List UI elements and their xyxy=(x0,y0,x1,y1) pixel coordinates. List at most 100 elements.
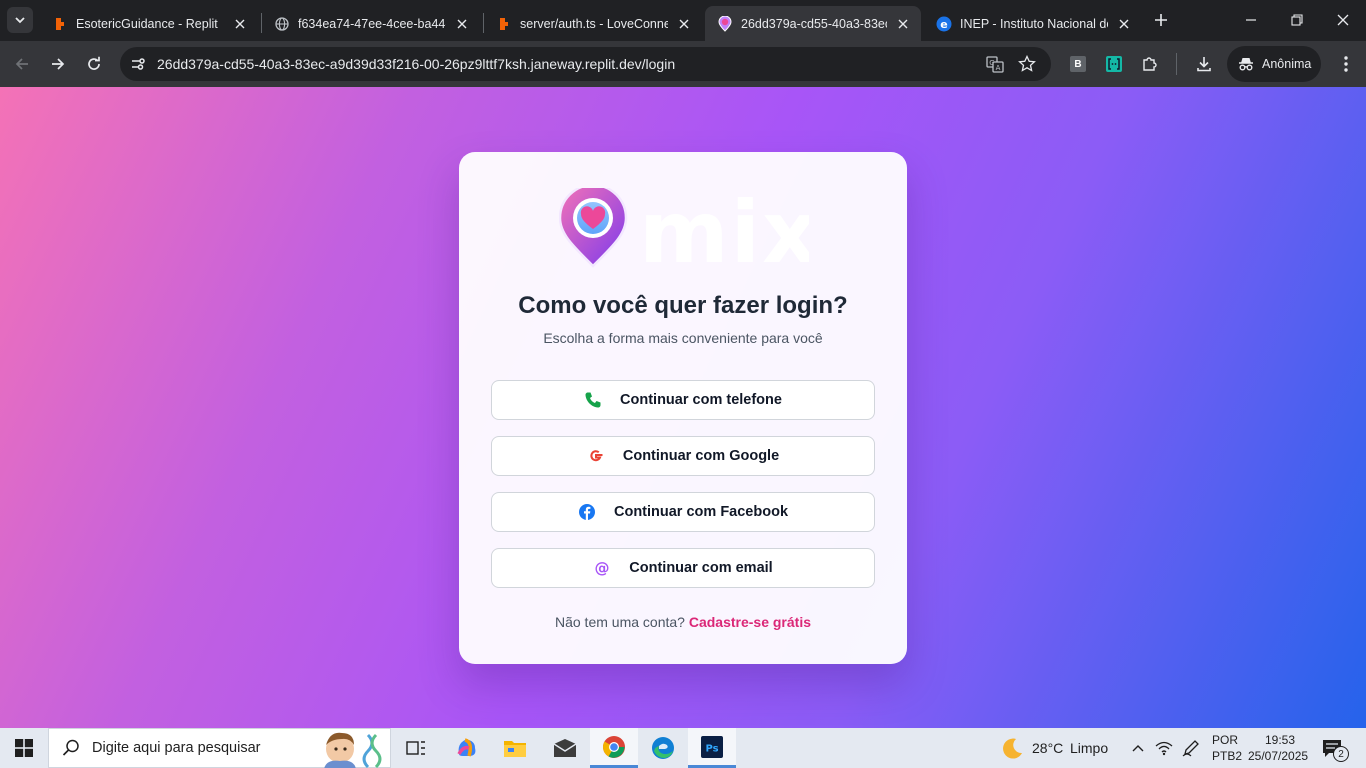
restore-button[interactable] xyxy=(1274,0,1320,40)
weather-desc[interactable]: Limpo xyxy=(1070,740,1108,756)
tab-title: EsotericGuidance - Replit xyxy=(76,16,218,31)
minimize-button[interactable] xyxy=(1228,0,1274,40)
button-label: Continuar com Google xyxy=(622,448,780,464)
login-card: mix Como você quer fazer login? Escolha … xyxy=(459,152,907,664)
task-view-button[interactable] xyxy=(392,728,440,768)
minimize-icon xyxy=(1246,19,1256,21)
photoshop-icon: Ps xyxy=(701,735,723,758)
mail-icon xyxy=(553,739,577,757)
address-bar[interactable]: 26dd379a-cd55-40a3-83ec-a9d39d33f216-00-… xyxy=(120,47,1051,81)
task-view-icon xyxy=(406,741,425,755)
folder-icon xyxy=(504,741,526,757)
facebook-icon xyxy=(578,503,596,521)
site-info-icon[interactable] xyxy=(128,54,148,74)
network-icon[interactable] xyxy=(1155,740,1173,761)
continue-email-button[interactable]: @ Continuar com email xyxy=(491,548,875,588)
weather-moon-icon[interactable] xyxy=(1000,737,1024,761)
copilot-icon xyxy=(457,738,476,757)
svg-text:e: e xyxy=(940,18,947,31)
taskbar-photoshop[interactable]: Ps xyxy=(688,728,736,768)
chevron-down-icon xyxy=(15,17,25,24)
taskbar-mail[interactable] xyxy=(541,728,589,768)
extension-b-label: B xyxy=(1070,56,1086,72)
close-icon[interactable] xyxy=(232,16,248,32)
button-label: Continuar com Facebook xyxy=(613,504,789,520)
url-text[interactable]: 26dd379a-cd55-40a3-83ec-a9d39d33f216-00-… xyxy=(157,56,675,72)
translate-icon[interactable]: GA xyxy=(985,54,1005,74)
signup-row: Não tem uma conta? Cadastre-se grátis xyxy=(459,614,907,630)
new-tab-button[interactable] xyxy=(1151,10,1171,30)
svg-text:Ps: Ps xyxy=(705,743,718,754)
close-icon[interactable] xyxy=(676,16,692,32)
close-icon[interactable] xyxy=(454,16,470,32)
clock-time[interactable]: 19:53 xyxy=(1265,733,1295,747)
search-highlight-illustration-icon xyxy=(324,732,382,768)
edge-icon xyxy=(652,737,674,759)
tab-title: 26dd379a-cd55-40a3-83ec-a xyxy=(741,16,887,31)
window-close-button[interactable] xyxy=(1320,0,1366,40)
edge-e-icon: e xyxy=(936,16,952,32)
back-button[interactable] xyxy=(8,50,36,78)
download-icon[interactable] xyxy=(1193,53,1215,75)
notification-count: 2 xyxy=(1333,746,1349,762)
continue-facebook-button[interactable]: Continuar com Facebook xyxy=(491,492,875,532)
restore-icon xyxy=(1291,14,1303,26)
reload-button[interactable] xyxy=(80,50,108,78)
continue-google-button[interactable]: Continuar com Google xyxy=(491,436,875,476)
taskbar-edge[interactable] xyxy=(639,728,687,768)
chrome-icon xyxy=(603,735,625,758)
arrow-left-icon xyxy=(15,58,28,70)
taskbar-file-explorer[interactable] xyxy=(491,728,539,768)
close-icon[interactable] xyxy=(1116,16,1132,32)
tab-server-auth[interactable]: server/auth.ts - LoveConnect xyxy=(484,6,702,41)
close-icon xyxy=(1337,14,1349,26)
page-subtitle: Escolha a forma mais conveniente para vo… xyxy=(543,330,823,346)
search-placeholder: Digite aqui para pesquisar xyxy=(92,740,261,756)
extensions-puzzle-icon[interactable] xyxy=(1139,53,1161,75)
clock-date[interactable]: 25/07/2025 xyxy=(1248,749,1308,763)
mix-heart-icon xyxy=(717,15,733,32)
toolbar-divider xyxy=(1176,53,1177,75)
taskbar-copilot[interactable] xyxy=(443,728,491,768)
tab-strip: EsotericGuidance - Replit f634ea74-47ee-… xyxy=(0,0,1366,41)
extension-b-icon[interactable]: B xyxy=(1067,53,1089,75)
svg-text:@: @ xyxy=(595,559,610,577)
reload-icon xyxy=(88,56,100,70)
continue-phone-button[interactable]: Continuar com telefone xyxy=(491,380,875,420)
chevron-up-icon[interactable] xyxy=(1131,741,1145,760)
tab-esotericguidance[interactable]: EsotericGuidance - Replit xyxy=(40,6,258,41)
tab-login-active[interactable]: 26dd379a-cd55-40a3-83ec-a xyxy=(705,6,921,41)
weather-temp[interactable]: 28°C xyxy=(1032,740,1063,756)
tab-f634ea74[interactable]: f634ea74-47ee-4cee-ba44-d xyxy=(262,6,480,41)
star-icon[interactable] xyxy=(1017,54,1037,74)
forward-button[interactable] xyxy=(44,50,72,78)
taskbar-search-input[interactable]: Digite aqui para pesquisar xyxy=(48,728,391,768)
tab-title: f634ea74-47ee-4cee-ba44-d xyxy=(298,16,446,31)
extension-brackets-icon[interactable] xyxy=(1103,53,1125,75)
windows-taskbar: Digite aqui para pesquisar Ps 28°C Limpo xyxy=(0,728,1366,768)
notification-center-icon[interactable]: 2 xyxy=(1322,739,1350,762)
arrow-right-icon xyxy=(52,58,65,70)
tab-inep[interactable]: e INEP - Instituto Nacional de xyxy=(924,6,1142,41)
page-background: mix Como você quer fazer login? Escolha … xyxy=(0,87,1366,728)
incognito-profile-button[interactable]: Anônima xyxy=(1227,46,1321,82)
start-button[interactable] xyxy=(0,728,48,768)
language-bottom[interactable]: PTB2 xyxy=(1212,749,1242,763)
at-icon: @ xyxy=(593,559,611,577)
signup-link[interactable]: Cadastre-se grátis xyxy=(689,614,811,630)
replit-icon xyxy=(52,16,68,32)
more-vertical-icon xyxy=(1344,56,1348,72)
google-icon xyxy=(587,447,605,465)
button-label: Continuar com email xyxy=(629,560,773,576)
language-top[interactable]: POR xyxy=(1212,733,1238,747)
taskbar-chrome[interactable] xyxy=(590,728,638,768)
logo-wordmark: mix xyxy=(639,188,809,268)
tab-title: INEP - Instituto Nacional de xyxy=(960,16,1108,31)
browser-menu-button[interactable] xyxy=(1335,53,1357,75)
globe-icon xyxy=(274,16,290,32)
pen-icon[interactable] xyxy=(1182,739,1200,762)
page-title: Como você quer fazer login? xyxy=(518,292,848,319)
close-icon[interactable] xyxy=(895,16,911,32)
replit-icon xyxy=(496,16,512,32)
tab-search-button[interactable] xyxy=(7,7,33,33)
